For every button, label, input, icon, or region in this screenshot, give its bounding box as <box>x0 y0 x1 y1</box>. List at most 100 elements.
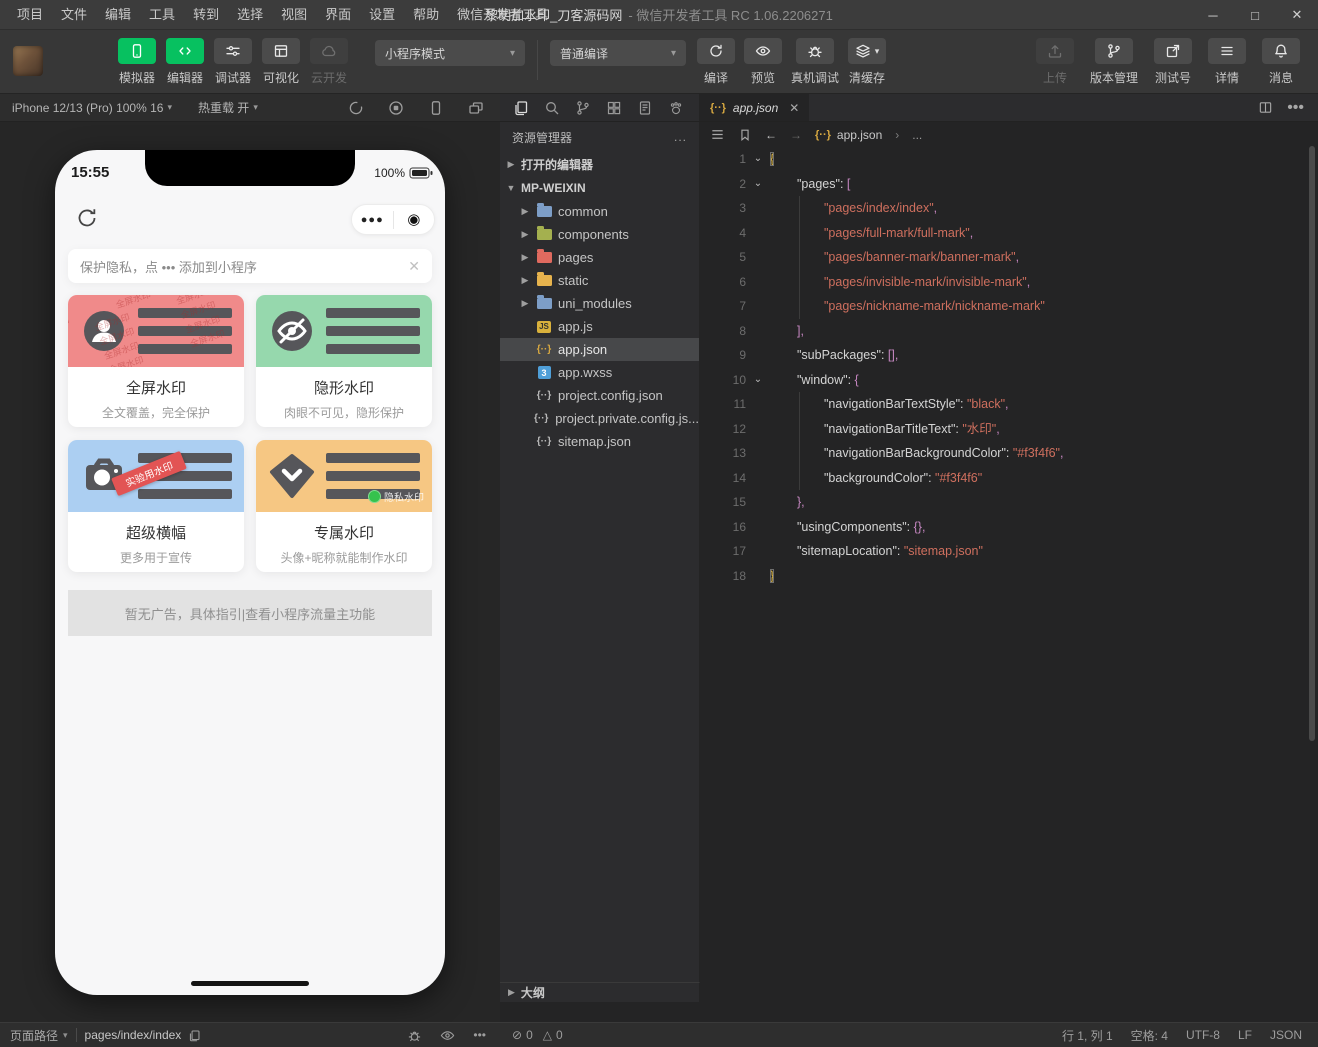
code-line-8[interactable]: 8], <box>700 319 1318 344</box>
code-line-11[interactable]: 11 "navigationBarTextStyle": "black", <box>700 392 1318 417</box>
explorer-more-icon[interactable]: ... <box>674 130 687 144</box>
compile-dropdown[interactable]: 普通编译 ▾ <box>550 40 686 66</box>
code-line-14[interactable]: 14 "backgroundColor": "#f3f4f6" <box>700 465 1318 490</box>
code-line-3[interactable]: 3 "pages/index/index", <box>700 196 1318 221</box>
nav-forward-icon[interactable]: → <box>790 128 802 142</box>
file-item-common[interactable]: ▶ common <box>500 200 699 223</box>
code-line-17[interactable]: 17 "sitemapLocation": "sitemap.json" <box>700 539 1318 564</box>
action-预览-button[interactable]: 预览 <box>744 38 782 86</box>
editor-scrollbar[interactable] <box>1309 146 1315 741</box>
vconsole-bug-icon[interactable] <box>407 1028 422 1043</box>
code-line-12[interactable]: 12 "navigationBarTitleText": "水印", <box>700 416 1318 441</box>
banner-close-icon[interactable]: ✕ <box>408 258 420 275</box>
action-清缓存-button[interactable]: ▾ 清缓存 <box>848 38 887 86</box>
device-selector[interactable]: iPhone 12/13 (Pro) 100% 16 ▾ <box>0 101 172 115</box>
file-item-app.js[interactable]: JS app.js <box>500 315 699 338</box>
nav-back-icon[interactable]: ← <box>765 128 777 142</box>
breadcrumb-more[interactable]: ... <box>912 128 922 142</box>
view-编辑器-button[interactable]: 编辑器 <box>166 38 204 86</box>
file-item-app.wxss[interactable]: 3 app.wxss <box>500 361 699 384</box>
card-专属水印[interactable]: 隐私水印 专属水印 头像+昵称就能制作水印 <box>256 440 432 572</box>
file-item-project.private.config.js...[interactable]: {··} project.private.config.js... <box>500 407 699 430</box>
code-line-10[interactable]: 10 ⌄ "window": { <box>700 368 1318 393</box>
file-item-components[interactable]: ▶ components <box>500 223 699 246</box>
code-line-2[interactable]: 2 ⌄ "pages": [ <box>700 172 1318 197</box>
menu-帮助[interactable]: 帮助 <box>404 0 448 30</box>
breadcrumb-file[interactable]: {··} app.json <box>815 128 882 142</box>
close-icon[interactable]: ✕ <box>1276 0 1318 30</box>
menu-编辑[interactable]: 编辑 <box>96 0 140 30</box>
record-icon[interactable] <box>388 100 404 116</box>
preview-eye-icon[interactable] <box>440 1028 455 1043</box>
maximize-icon[interactable]: □ <box>1234 0 1276 30</box>
bookmark-icon[interactable] <box>738 128 752 142</box>
code-line-18[interactable]: 18} <box>700 564 1318 589</box>
extensions-icon[interactable] <box>606 100 622 116</box>
more-icon[interactable]: ••• <box>473 1028 486 1043</box>
view-调试器-button[interactable]: 调试器 <box>214 38 252 86</box>
more-dots-icon[interactable]: ●●● <box>352 214 393 226</box>
split-editor-icon[interactable] <box>1258 100 1273 115</box>
file-item-static[interactable]: ▶ static <box>500 269 699 292</box>
code-line-13[interactable]: 13 "navigationBarBackgroundColor": "#f3f4… <box>700 441 1318 466</box>
tab-app-json[interactable]: {··} app.json ✕ <box>700 94 810 121</box>
file-item-uni_modules[interactable]: ▶ uni_modules <box>500 292 699 315</box>
multi-window-icon[interactable] <box>468 100 484 116</box>
outline-section[interactable]: ▶ 大纲 <box>500 982 700 1002</box>
action-测试号-button[interactable]: 测试号 <box>1154 38 1192 86</box>
network-icon[interactable] <box>348 100 364 116</box>
outline-list-icon[interactable] <box>710 127 725 142</box>
code-line-4[interactable]: 4 "pages/full-mark/full-mark", <box>700 220 1318 245</box>
code-line-7[interactable]: 7 "pages/nickname-mark/nickname-mark" <box>700 294 1318 319</box>
phone-rotate-icon[interactable] <box>428 100 444 116</box>
indent-setting[interactable]: 空格: 4 <box>1131 1027 1168 1044</box>
card-全屏水印[interactable]: 全屏水印 全屏水印 全屏水印 全屏水印 全屏水印 全屏水印 全屏水印 全屏水印 … <box>68 295 244 427</box>
explorer-section-打开的编辑器[interactable]: ▶ 打开的编辑器 <box>500 152 699 176</box>
fold-chevron-icon[interactable]: ⌄ <box>746 368 770 393</box>
git-branch-icon[interactable] <box>575 100 591 116</box>
file-doc-icon[interactable] <box>637 100 653 116</box>
menu-文件[interactable]: 文件 <box>52 0 96 30</box>
code-line-6[interactable]: 6 "pages/invisible-mark/invisible-mark", <box>700 269 1318 294</box>
menu-选择[interactable]: 选择 <box>228 0 272 30</box>
encoding[interactable]: UTF-8 <box>1186 1028 1220 1042</box>
files-icon[interactable] <box>513 100 529 116</box>
action-版本管理-button[interactable]: 版本管理 <box>1090 38 1138 86</box>
code-line-5[interactable]: 5 "pages/banner-mark/banner-mark", <box>700 245 1318 270</box>
code-line-16[interactable]: 16 "usingComponents": {}, <box>700 515 1318 540</box>
card-超级横幅[interactable]: 实验用水印 超级横幅 更多用于宣传 <box>68 440 244 572</box>
file-item-sitemap.json[interactable]: {··} sitemap.json <box>500 430 699 453</box>
avatar[interactable] <box>13 46 43 76</box>
card-隐形水印[interactable]: 隐形水印 肉眼不可见，隐形保护 <box>256 295 432 427</box>
fold-chevron-icon[interactable]: ⌄ <box>746 147 770 172</box>
search-icon[interactable] <box>544 100 560 116</box>
menu-转到[interactable]: 转到 <box>184 0 228 30</box>
page-path-selector[interactable]: 页面路径 ▾ <box>0 1027 68 1044</box>
mode-dropdown[interactable]: 小程序模式 ▾ <box>375 40 525 66</box>
minimize-icon[interactable]: ─ <box>1192 0 1234 30</box>
mini-program-capsule[interactable]: ●●● ◉ <box>351 204 435 235</box>
language-mode[interactable]: JSON <box>1270 1028 1302 1042</box>
explorer-section-MP-WEIXIN[interactable]: ▼ MP-WEIXIN <box>500 176 699 200</box>
view-模拟器-button[interactable]: 模拟器 <box>118 38 156 86</box>
refresh-icon[interactable] <box>75 206 101 232</box>
action-详情-button[interactable]: 详情 <box>1208 38 1246 86</box>
tab-close-icon[interactable]: ✕ <box>789 101 799 115</box>
problems-indicator[interactable]: ⊘ 0 △ 0 <box>512 1028 563 1042</box>
fold-chevron-icon[interactable]: ⌄ <box>746 172 770 197</box>
code-line-9[interactable]: 9 "subPackages": [], <box>700 343 1318 368</box>
menu-工具[interactable]: 工具 <box>140 0 184 30</box>
action-消息-button[interactable]: 消息 <box>1262 38 1300 86</box>
file-item-project.config.json[interactable]: {··} project.config.json <box>500 384 699 407</box>
menu-视图[interactable]: 视图 <box>272 0 316 30</box>
eol[interactable]: LF <box>1238 1028 1252 1042</box>
action-编译-button[interactable]: 编译 <box>697 38 735 86</box>
menu-项目[interactable]: 项目 <box>8 0 52 30</box>
paw-icon[interactable] <box>668 100 684 116</box>
action-真机调试-button[interactable]: 真机调试 <box>791 38 839 86</box>
hot-reload-toggle[interactable]: 热重载 开 ▾ <box>198 99 258 116</box>
exit-circle-icon[interactable]: ◉ <box>394 212 435 227</box>
code-editor[interactable]: ← → {··} app.json › ... 1 ⌄{2 ⌄ "pages": [3… <box>700 122 1318 1002</box>
code-line-1[interactable]: 1 ⌄{ <box>700 147 1318 172</box>
cursor-position[interactable]: 行 1, 列 1 <box>1062 1027 1113 1044</box>
